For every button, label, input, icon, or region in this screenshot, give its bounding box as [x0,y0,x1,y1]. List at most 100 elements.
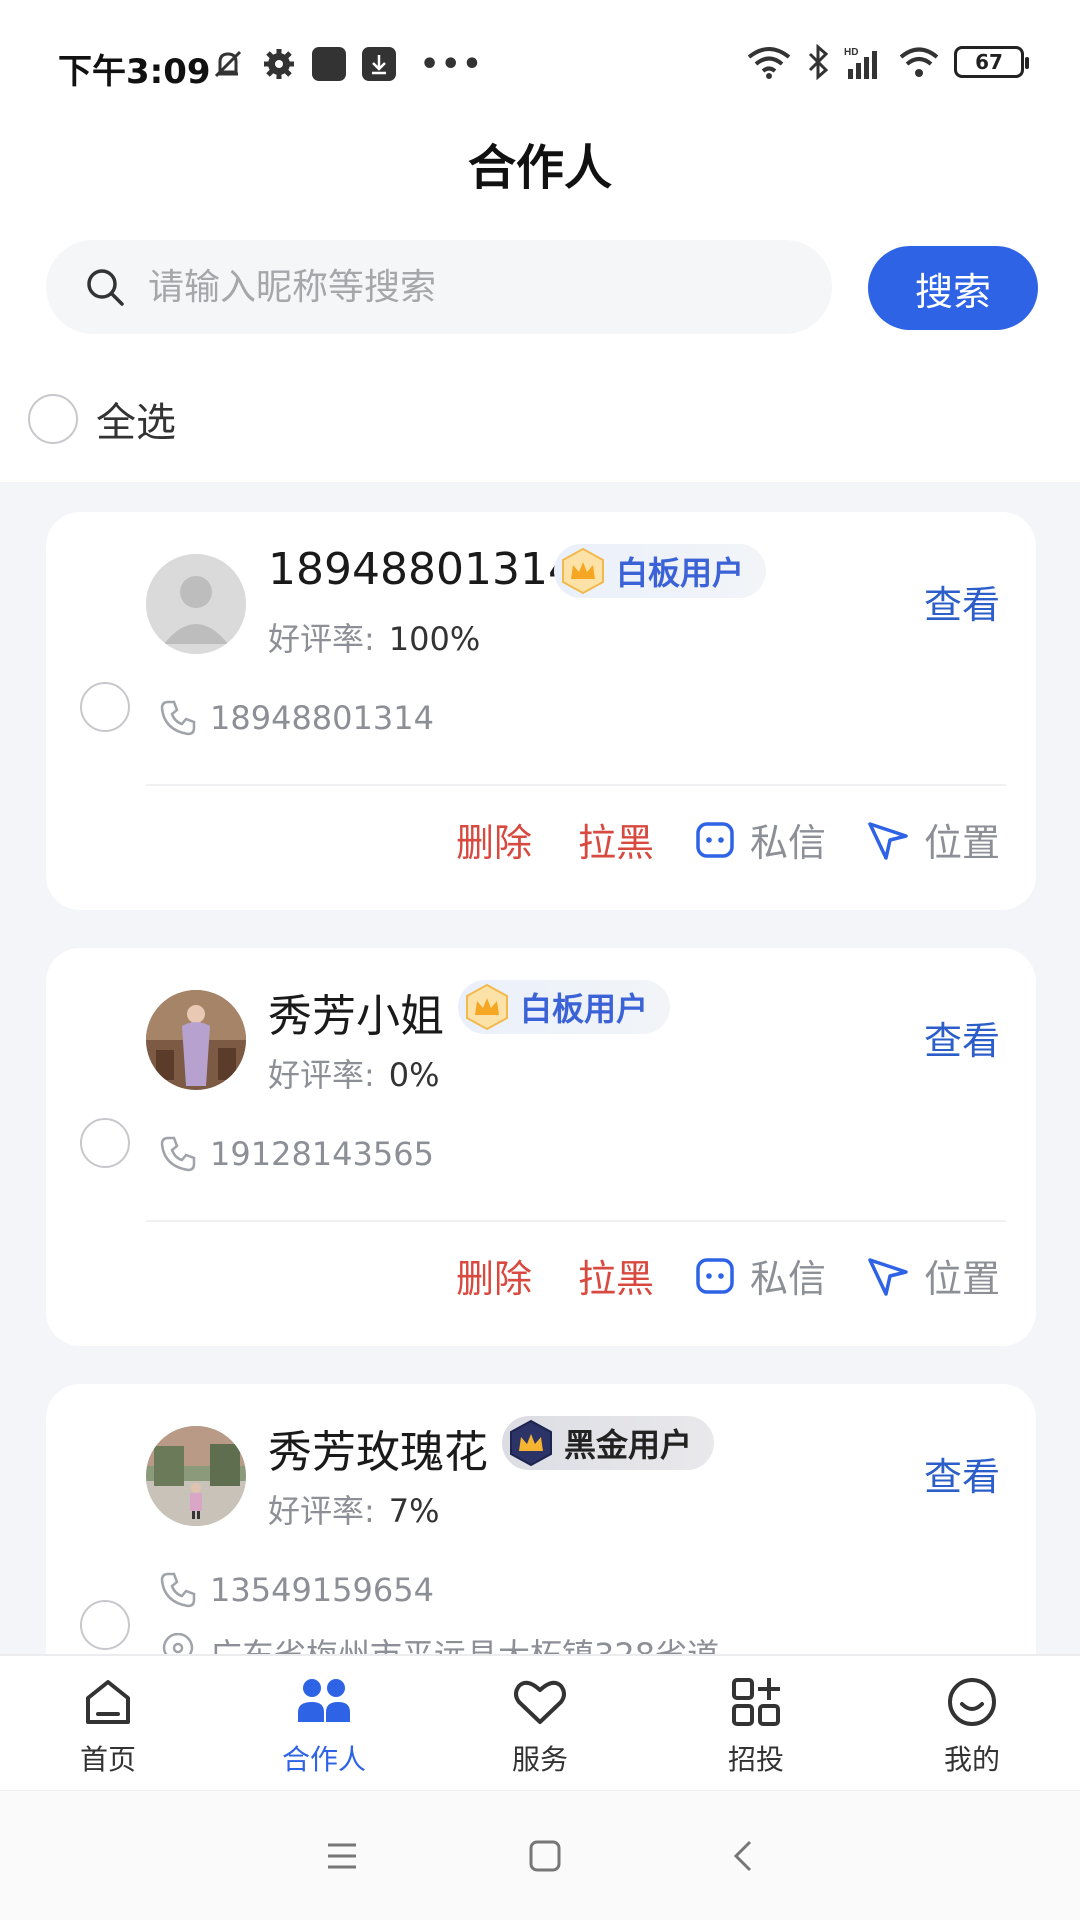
home-icon [86,1680,130,1724]
rating: 好评率: 0% [268,1050,440,1096]
message-label: 私信 [749,821,826,865]
card-actions: 删除 拉黑 私信 位置 [410,812,1000,867]
avatar [146,990,246,1090]
partner-list[interactable]: 18948801314 白板用户 好评率: 100% 查看 18948801314… [0,482,1080,1654]
phone-icon [160,700,196,736]
phone-number: 13549159654 [210,1571,434,1609]
menu-icon[interactable] [322,1839,362,1873]
rating-value: 100% [388,620,481,658]
select-all-row[interactable]: 全选 [28,390,176,448]
home-square-icon[interactable] [525,1836,565,1876]
phone-icon [160,1572,196,1608]
wifi-icon [747,47,791,79]
status-time: 下午3:09 [58,52,211,92]
nav-home[interactable]: 首页 [0,1656,216,1790]
block-button[interactable]: 拉黑 [578,812,654,867]
nav-bidding[interactable]: 招投 [648,1656,864,1790]
rating-label: 好评率: [268,1056,375,1094]
bottom-navigation: 首页 合作人 服务 招投 我的 [0,1654,1080,1790]
rating: 好评率: 100% [268,614,480,660]
bluetooth-icon [808,44,829,80]
status-icons-left: ••• [210,46,484,82]
phone-row[interactable]: 19128143565 [158,1134,434,1174]
nav-partners[interactable]: 合作人 [216,1656,432,1790]
search-icon [87,269,124,306]
divider [146,784,1006,786]
crown-icon [510,1419,552,1467]
partner-card[interactable]: 秀芳小姐 白板用户 好评率: 0% 查看 19128143565 删除 拉黑 私信… [46,948,1036,1346]
avatar [146,554,246,654]
delete-button[interactable]: 删除 [456,1248,532,1303]
user-level-badge: 白板用户 [554,544,767,598]
search-bar[interactable] [46,240,832,334]
view-button[interactable]: 查看 [924,1010,1000,1065]
user-level-badge: 白板用户 [458,980,671,1034]
signal-icon: HD [844,47,877,79]
phone-icon [160,1136,196,1172]
partner-name: 18948801314 [268,544,576,595]
partner-select-checkbox[interactable] [80,1118,130,1168]
message-label: 私信 [749,1257,826,1301]
location-pin-icon [162,1633,194,1654]
settings-gear-icon [264,49,294,79]
heart-icon [514,1680,566,1724]
nav-bidding-label: 招投 [727,1743,784,1776]
phone-number: 19128143565 [210,1135,434,1173]
location-button[interactable]: 位置 [866,1248,1000,1303]
block-button[interactable]: 拉黑 [578,1248,654,1303]
phone-row[interactable]: 13549159654 [158,1570,434,1610]
partners-icon [298,1679,350,1722]
view-button[interactable]: 查看 [924,1446,1000,1501]
phone-number: 18948801314 [210,699,434,737]
system-navigation-bar [0,1790,1080,1920]
partner-card[interactable]: 秀芳玫瑰花 黑金用户 好评率: 7% 查看 13549159654 广东省梅州市平… [46,1384,1036,1654]
crown-icon [466,983,508,1031]
select-all-label: 全选 [96,400,176,446]
apps-icon [732,1678,780,1726]
avatar [146,1426,246,1526]
crown-icon [562,547,604,595]
nav-service-label: 服务 [511,1743,568,1776]
download-icon [362,47,396,81]
wifi-secondary-icon [899,47,939,77]
view-button[interactable]: 查看 [924,574,1000,629]
location-button[interactable]: 位置 [866,812,1000,867]
badge-label: 白板用户 [616,554,745,592]
location-arrow-icon [868,821,908,860]
svg-text:HD: HD [844,47,858,58]
message-button[interactable]: 私信 [694,1248,826,1303]
partner-name: 秀芳玫瑰花 [268,1427,488,1478]
card-actions: 删除 拉黑 私信 位置 [410,1248,1000,1303]
badge-label: 黑金用户 [564,1426,693,1464]
status-icons-right: HD 67 [746,44,1029,80]
message-icon [696,821,734,858]
search-button[interactable]: 搜索 [868,246,1038,330]
partner-select-checkbox[interactable] [80,682,130,732]
rating: 好评率: 7% [268,1486,440,1532]
partner-select-checkbox[interactable] [80,1600,130,1650]
partner-card[interactable]: 18948801314 白板用户 好评率: 100% 查看 18948801314… [46,512,1036,910]
divider [146,1220,1006,1222]
page-title: 合作人 [467,140,612,196]
select-all-checkbox[interactable] [28,394,78,444]
nav-service[interactable]: 服务 [432,1656,648,1790]
more-dots-icon: ••• [420,46,484,82]
badge-label: 白板用户 [520,990,649,1028]
nav-mine[interactable]: 我的 [864,1656,1080,1790]
search-input[interactable] [148,266,788,308]
address-row[interactable]: 广东省梅州市平远县大柘镇328省道 [158,1630,719,1654]
app-notification-icon [312,47,346,81]
mute-bell-icon [214,50,242,78]
rating-value: 0% [388,1056,440,1094]
nav-home-label: 首页 [79,1743,136,1776]
partner-name: 秀芳小姐 [268,991,444,1042]
phone-row[interactable]: 18948801314 [158,698,434,738]
location-label: 位置 [923,821,1000,865]
rating-label: 好评率: [268,1492,375,1530]
nav-mine-label: 我的 [943,1743,1000,1776]
message-button[interactable]: 私信 [694,812,826,867]
delete-button[interactable]: 删除 [456,812,532,867]
rating-value: 7% [388,1492,440,1530]
location-label: 位置 [923,1257,1000,1301]
back-icon[interactable] [728,1836,758,1876]
